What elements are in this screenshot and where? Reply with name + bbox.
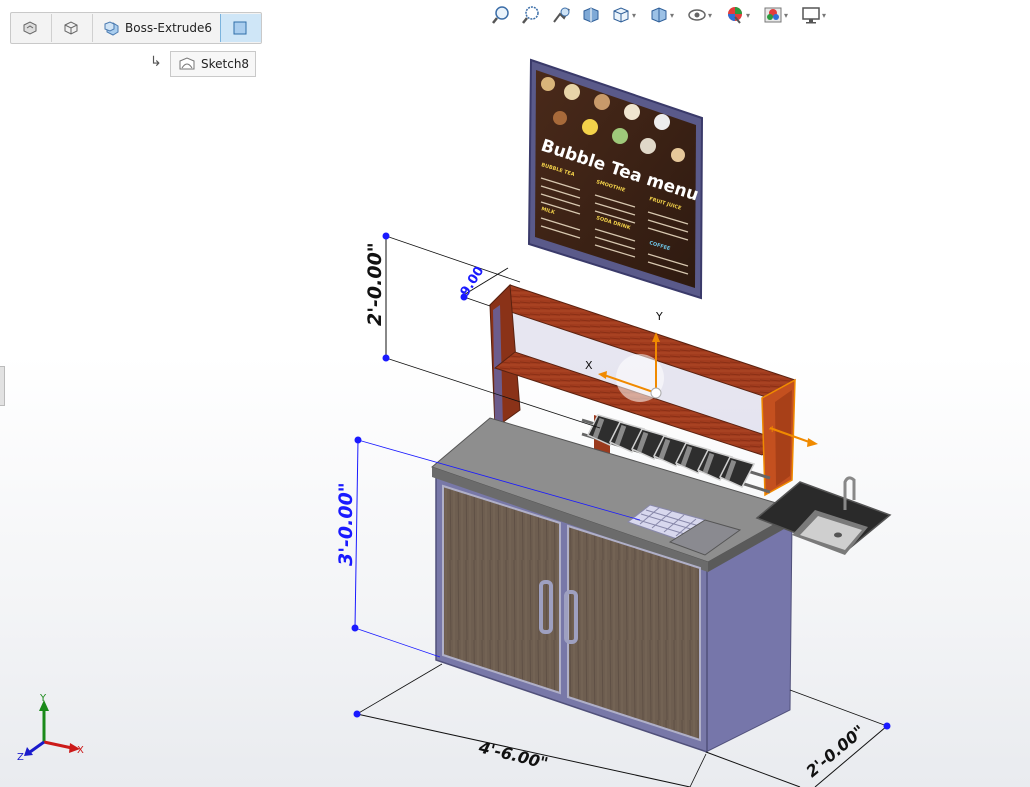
breadcrumb-body[interactable] (51, 14, 92, 42)
view-settings-dropdown[interactable]: ▾ (822, 11, 830, 20)
part-icon (23, 21, 37, 35)
zoom-to-fit-icon (492, 6, 509, 24)
breadcrumb-feature-label: Boss-Extrude6 (125, 21, 212, 35)
breadcrumb[interactable]: Boss-Extrude6 (10, 12, 262, 44)
dimension-width-value[interactable]: 4'-6.00" (476, 737, 550, 773)
view-orientation-button[interactable] (608, 3, 634, 27)
section-view-button[interactable] (578, 3, 604, 27)
display-style-dropdown[interactable]: ▾ (670, 11, 678, 20)
display-style-button[interactable] (646, 3, 672, 27)
breadcrumb-face[interactable] (219, 14, 261, 42)
zoom-to-area-button[interactable] (518, 3, 544, 27)
dimension-counter-height-value[interactable]: 3'-0.00" (335, 482, 357, 566)
menu-board[interactable]: Bubble Tea menu BUBBLE TEA SMOOTHIE FRUI… (527, 58, 704, 300)
previous-view-icon (553, 7, 570, 23)
breadcrumb-part[interactable] (11, 14, 51, 42)
apply-scene-dropdown[interactable]: ▾ (784, 11, 792, 20)
triad-y-label: Y (39, 693, 47, 704)
dimension-depth-value[interactable]: 2'-0.00" (802, 721, 868, 781)
zoom-to-area-icon (522, 6, 539, 24)
triad-x-label: X (77, 745, 84, 756)
zoom-to-fit-button[interactable] (488, 3, 514, 27)
breadcrumb-feature[interactable]: Boss-Extrude6 (92, 14, 220, 42)
feature-icon (104, 21, 119, 36)
hide-show-items-icon (688, 9, 706, 21)
model-axis-y-label: Y (655, 310, 663, 323)
apply-scene-button[interactable] (760, 3, 786, 27)
origin-marker: + (768, 424, 776, 435)
dimension-upper-height-value[interactable]: 2'-0.00" (364, 242, 386, 326)
face-icon (233, 21, 247, 35)
orientation-triad[interactable]: Y X Z (17, 693, 84, 763)
collapsed-panel-tab[interactable] (0, 366, 5, 406)
edit-appearance-icon (728, 7, 742, 24)
sketch-icon (179, 57, 195, 70)
heads-up-view-toolbar[interactable]: ▾ ▾ ▾ ▾ ▾ ▾ (488, 2, 832, 28)
previous-view-button[interactable] (548, 3, 574, 27)
view-settings-icon (802, 7, 820, 24)
edit-appearance-button[interactable] (722, 3, 748, 27)
view-settings-button[interactable] (798, 3, 824, 27)
apply-scene-icon (764, 7, 782, 23)
display-style-icon (651, 7, 667, 23)
breadcrumb-sketch-label: Sketch8 (201, 57, 250, 71)
model-axis-x-label: X (585, 359, 593, 372)
breadcrumb-sketch[interactable]: Sketch8 (170, 51, 257, 77)
hide-show-dropdown[interactable]: ▾ (708, 11, 716, 20)
triad-z-label: Z (17, 752, 24, 763)
graphics-area[interactable]: Bubble Tea menu BUBBLE TEA SMOOTHIE FRUI… (0, 0, 1030, 787)
section-view-icon (583, 7, 599, 23)
view-orientation-dropdown[interactable]: ▾ (632, 11, 640, 20)
body-icon (64, 21, 78, 35)
sub-arrow-icon: ↳ (150, 54, 162, 70)
edit-appearance-dropdown[interactable]: ▾ (746, 11, 754, 20)
hide-show-items-button[interactable] (684, 3, 710, 27)
model-view[interactable]: Bubble Tea menu BUBBLE TEA SMOOTHIE FRUI… (0, 0, 1030, 787)
dimension-shelf-depth-value[interactable]: 9.00 (458, 264, 488, 299)
view-orientation-icon (613, 7, 629, 23)
